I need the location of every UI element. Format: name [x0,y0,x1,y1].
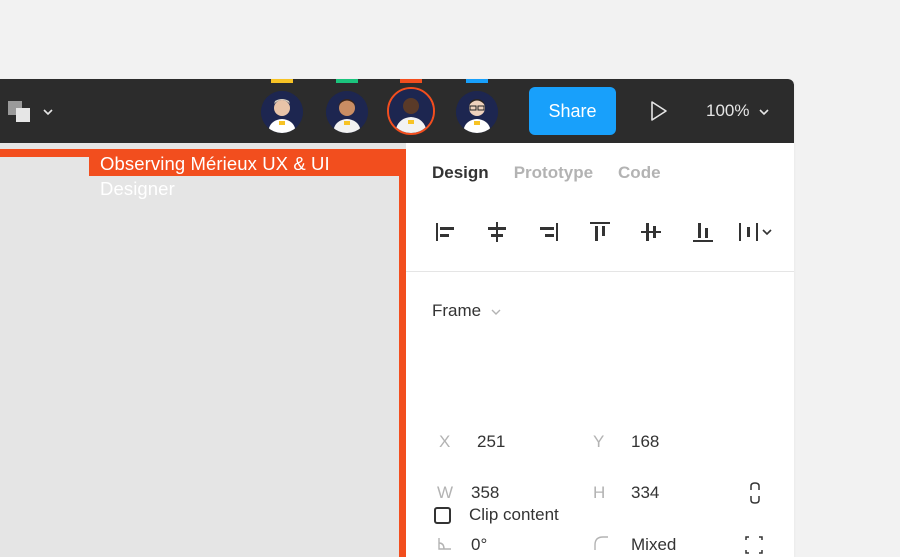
corner-radius-icon [593,535,631,556]
collaborator-avatar-2[interactable] [317,79,377,143]
collaborator-avatar-1[interactable] [252,79,312,143]
corner-radius-field[interactable]: Mixed [593,533,676,557]
avatar [326,91,368,133]
rotation-icon [437,535,471,556]
zoom-dropdown[interactable]: 100% [706,99,770,123]
h-value[interactable]: 334 [631,483,659,503]
rotation-value[interactable]: 0° [471,535,487,555]
align-left-button[interactable] [433,219,459,245]
clip-content-checkbox[interactable] [434,506,451,524]
h-label: H [593,483,606,502]
chevron-down-icon [759,101,770,121]
avatar [456,91,498,133]
top-toolbar: Share 100% [0,79,794,143]
align-bottom-icon [693,223,713,242]
align-top-icon [590,222,610,241]
y-value[interactable]: 168 [631,432,659,452]
x-position-field[interactable]: X 251 [439,430,505,454]
presence-bar [400,79,422,83]
alignment-toolbar [406,219,794,245]
canvas[interactable]: Observing Mérieux UX & UI Designer [0,143,406,557]
align-top-button[interactable] [587,219,613,245]
corner-radius-value[interactable]: Mixed [631,535,676,555]
play-icon [651,101,667,121]
frame-type-label: Frame [432,301,482,320]
collaborator-avatar-4[interactable] [447,79,507,143]
constrain-proportions-button[interactable] [745,481,765,505]
x-label: X [439,432,451,451]
height-field[interactable]: H 334 [593,481,659,505]
distribute-menu-button[interactable] [736,219,776,245]
avatar [261,91,303,133]
chevron-down-icon [491,301,501,321]
layers-shapes-icon [8,101,53,122]
frame-name-label[interactable]: Observing Mérieux UX & UI Designer [100,151,400,201]
selected-frame-border-right [399,149,406,557]
tab-code[interactable]: Code [618,163,661,183]
shapes-tool-menu[interactable] [8,99,60,125]
presence-bar [336,79,358,83]
collaborator-avatar-3[interactable] [381,79,441,143]
rotation-field[interactable]: 0° [437,533,487,557]
link-proportions-icon [750,482,760,504]
zoom-level: 100% [706,101,750,120]
clip-content-option[interactable]: Clip content [434,505,559,525]
tab-design[interactable]: Design [432,163,489,183]
align-vertical-center-icon [641,223,661,241]
share-button[interactable]: Share [529,87,616,135]
align-left-icon [436,223,454,241]
align-horizontal-center-button[interactable] [484,219,510,245]
chevron-down-icon [43,109,53,116]
width-field[interactable]: W 358 [437,481,499,505]
panel-tabs: Design Prototype Code [432,163,661,183]
align-right-button[interactable] [535,219,561,245]
w-value[interactable]: 358 [471,483,499,503]
y-label: Y [593,432,605,451]
presence-bar [466,79,488,83]
section-divider [406,271,794,272]
align-horizontal-center-icon [488,222,506,242]
x-value[interactable]: 251 [477,432,505,452]
avatar [387,87,435,135]
frame-type-dropdown[interactable]: Frame [432,301,501,321]
tab-prototype[interactable]: Prototype [514,163,593,183]
figma-window: Share 100% Observing Mérieux UX & UI Des… [0,79,794,557]
independent-corners-button[interactable] [744,533,764,557]
presence-bar [271,79,293,83]
independent-corners-icon [745,536,763,554]
clip-content-label: Clip content [469,505,559,524]
y-position-field[interactable]: Y 168 [593,430,659,454]
properties-panel: Design Prototype Code Frame X 251 Y 168 … [406,143,794,557]
align-right-icon [540,223,558,241]
present-button[interactable] [646,99,670,123]
align-vertical-center-button[interactable] [638,219,664,245]
w-label: W [437,483,454,502]
align-bottom-button[interactable] [690,219,716,245]
distribute-horizontal-icon [739,223,772,241]
